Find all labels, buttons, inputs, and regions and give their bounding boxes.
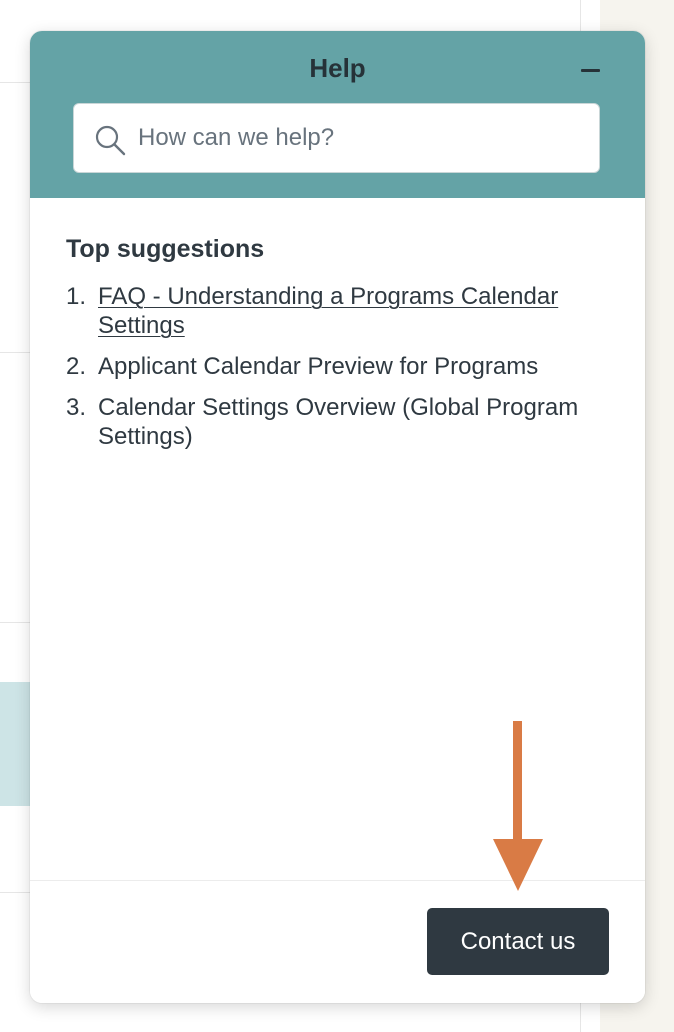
- suggestion-item: 2. Applicant Calendar Preview for Progra…: [66, 352, 606, 381]
- suggestion-number: 1.: [66, 283, 87, 310]
- suggestion-item: 3. Calendar Settings Overview (Global Pr…: [66, 393, 606, 451]
- suggestions-heading: Top suggestions: [66, 235, 265, 263]
- suggestion-link[interactable]: Applicant Calendar Preview for Programs: [98, 352, 538, 381]
- search-input[interactable]: [138, 118, 578, 158]
- contact-us-button[interactable]: Contact us: [427, 908, 609, 975]
- suggestion-link[interactable]: Calendar Settings Overview (Global Progr…: [98, 393, 606, 451]
- arrow-down-icon: [493, 721, 543, 891]
- suggestion-list: 1. FAQ - Understanding a Programs Calend…: [66, 282, 606, 463]
- help-widget: Help Top suggestions 1. FAQ - Understand…: [30, 31, 645, 1003]
- suggestion-link[interactable]: FAQ - Understanding a Programs Calendar …: [98, 282, 606, 340]
- help-widget-title: Help: [309, 53, 366, 83]
- suggestion-number: 2.: [66, 353, 87, 380]
- search-icon: [95, 125, 126, 156]
- suggestion-item: 1. FAQ - Understanding a Programs Calend…: [66, 282, 606, 340]
- search-box[interactable]: [73, 103, 600, 173]
- minimize-icon: [581, 69, 600, 72]
- help-widget-header: Help: [30, 31, 645, 198]
- minimize-button[interactable]: [578, 57, 606, 85]
- suggestion-number: 3.: [66, 394, 87, 421]
